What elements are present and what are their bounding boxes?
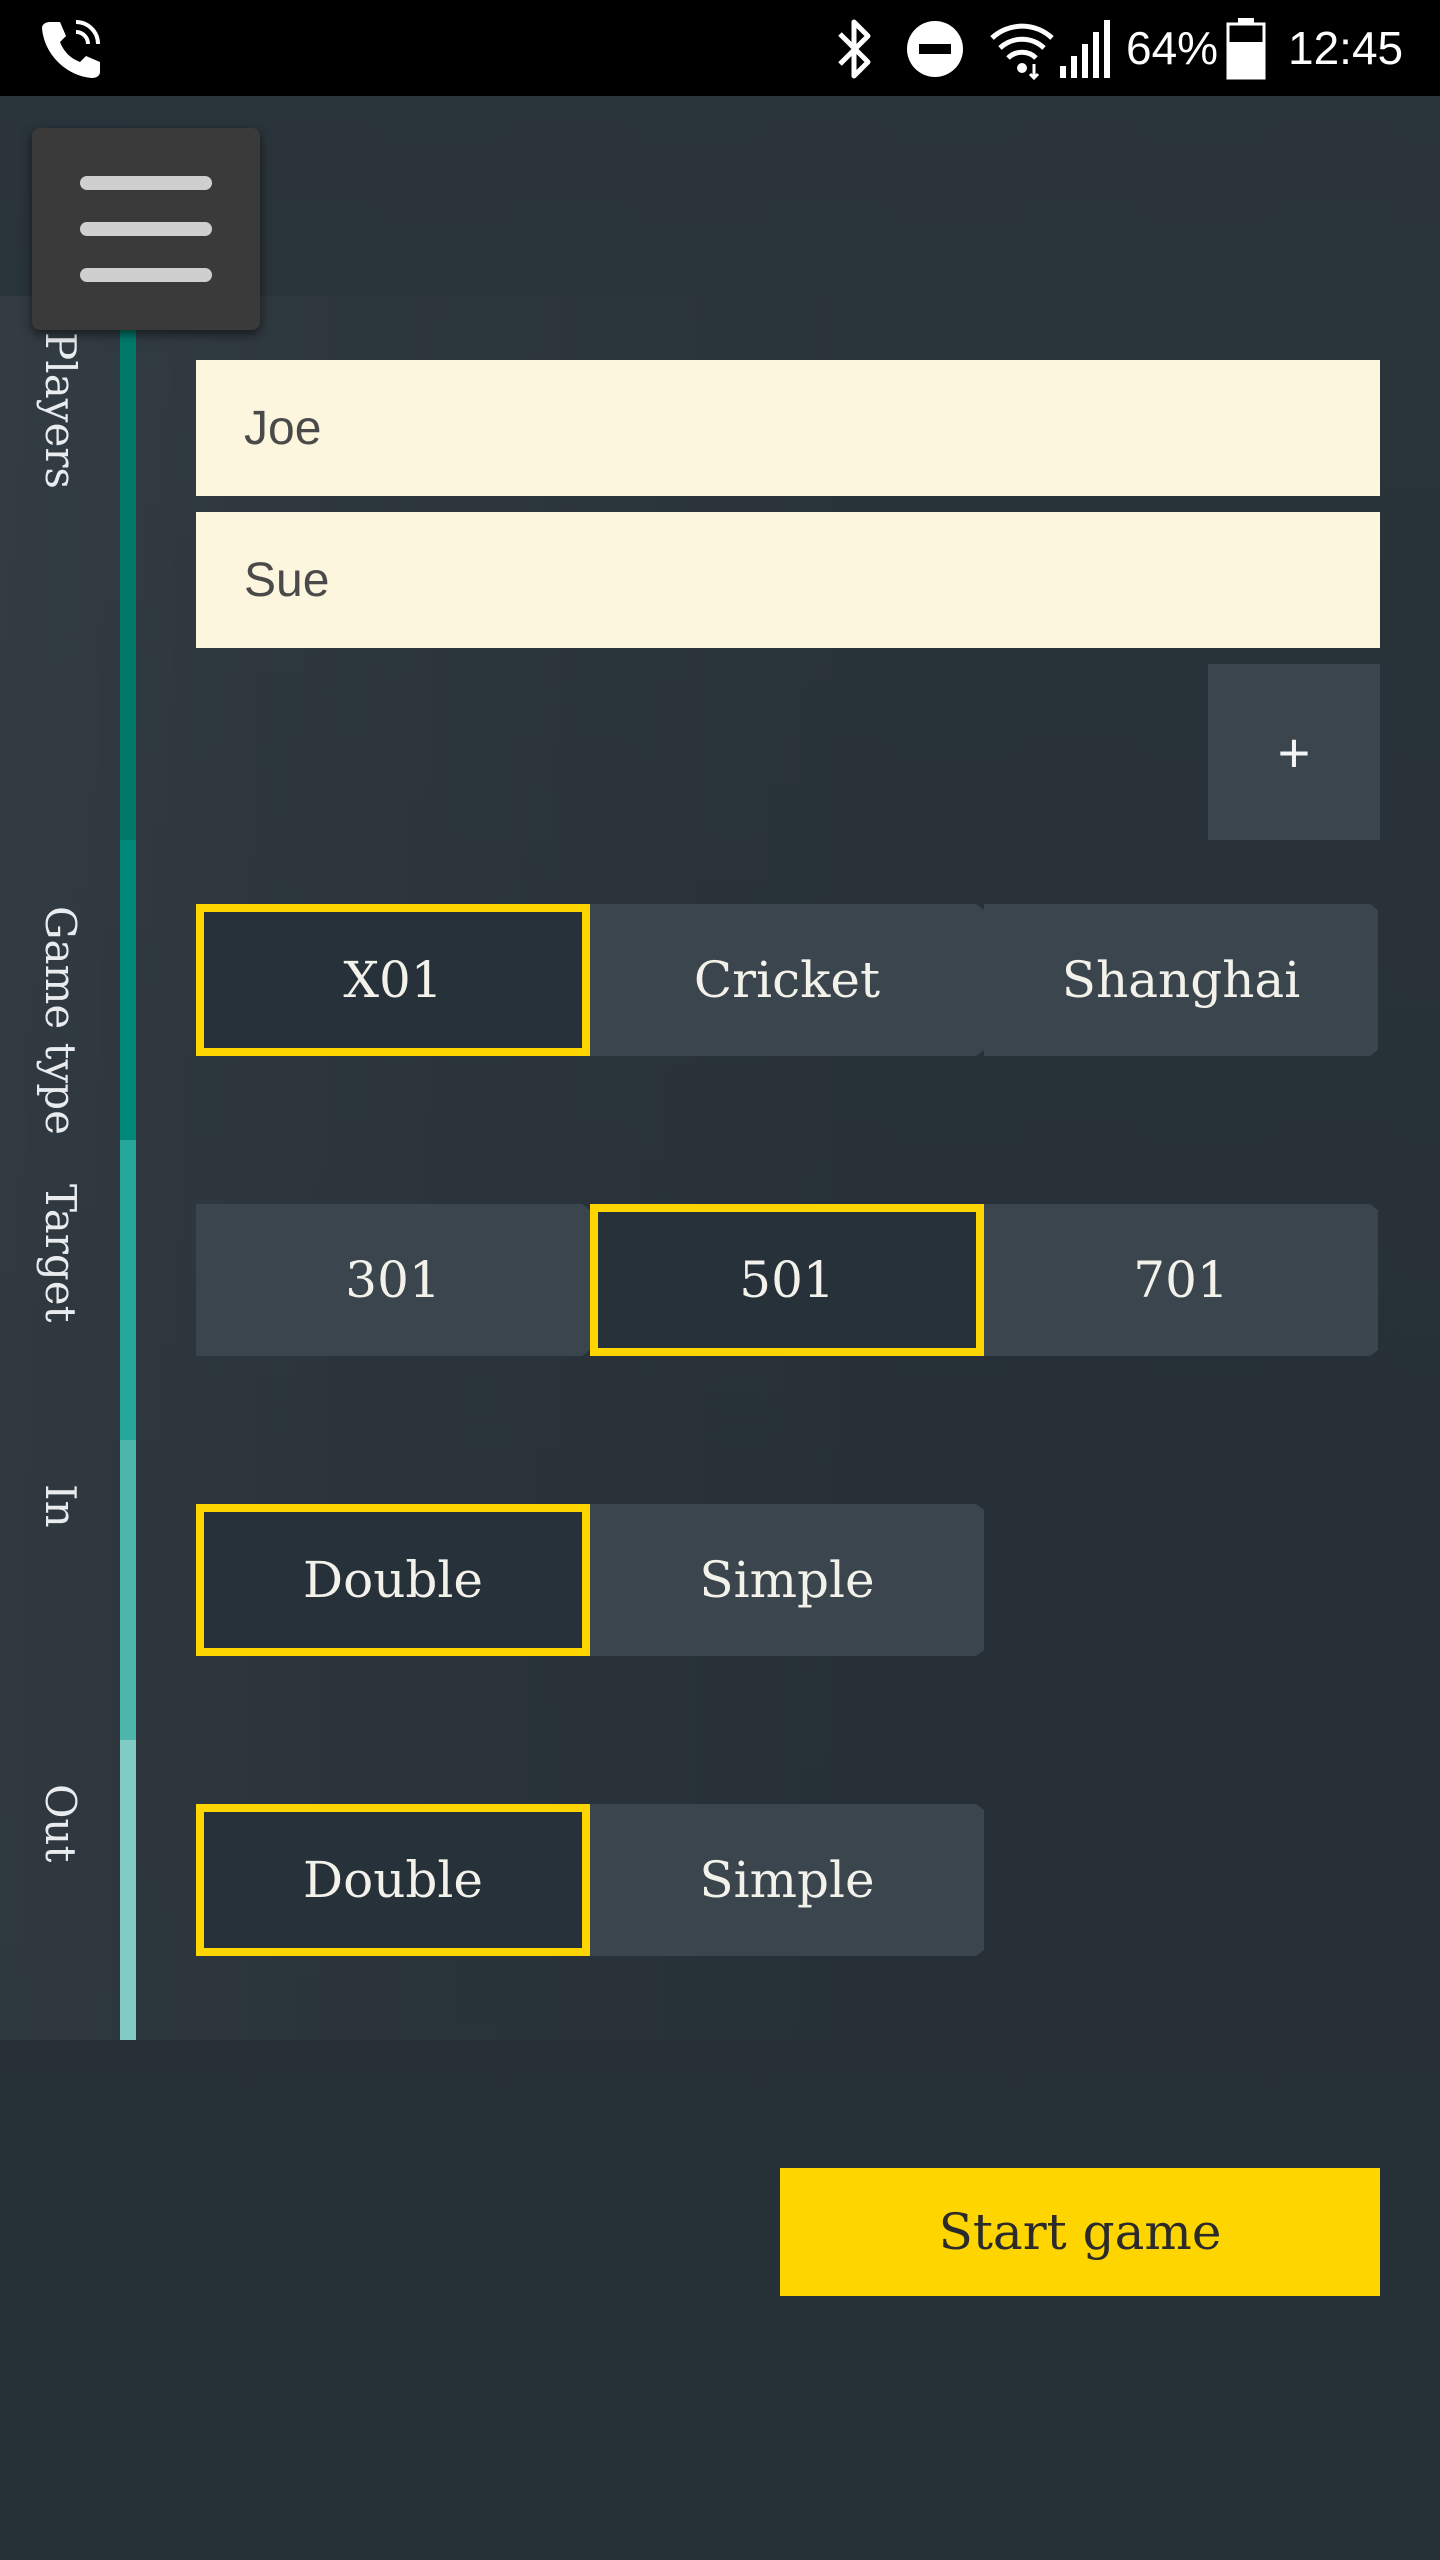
target-label: Target bbox=[0, 1140, 120, 1440]
in-rail bbox=[120, 1440, 136, 1740]
out-rail bbox=[120, 1740, 136, 2040]
bluetooth-icon bbox=[832, 18, 878, 84]
target-rail bbox=[120, 1140, 136, 1440]
out-label: Out bbox=[0, 1740, 120, 2040]
game-type-label: Game type bbox=[0, 840, 120, 1140]
do-not-disturb-icon bbox=[906, 20, 964, 82]
menu-button[interactable] bbox=[32, 128, 260, 330]
in-label-text: In bbox=[36, 1484, 85, 1528]
players-rail bbox=[120, 296, 136, 840]
clock: 12:45 bbox=[1288, 22, 1404, 74]
battery-icon bbox=[1226, 18, 1266, 84]
game-type-option-x01[interactable]: X01 bbox=[196, 904, 590, 1056]
target-option-301[interactable]: 301 bbox=[196, 1204, 590, 1356]
in-label: In bbox=[0, 1440, 120, 1740]
players-label-text: Players bbox=[36, 332, 85, 489]
players-label: Players bbox=[0, 296, 120, 596]
phone-wifi-call-icon bbox=[36, 14, 106, 88]
player-name-field[interactable] bbox=[196, 512, 1380, 648]
out-option-simple[interactable]: Simple bbox=[590, 1804, 984, 1956]
cell-signal-icon bbox=[1058, 18, 1114, 84]
target-option-501[interactable]: 501 bbox=[590, 1204, 984, 1356]
battery-percent: 64% bbox=[1126, 22, 1219, 74]
in-option-simple[interactable]: Simple bbox=[590, 1504, 984, 1656]
out-option-double[interactable]: Double bbox=[196, 1804, 590, 1956]
add-player-button[interactable]: + bbox=[1208, 664, 1380, 840]
target-label-text: Target bbox=[36, 1184, 85, 1323]
out-label-text: Out bbox=[36, 1784, 85, 1863]
game-type-option-shanghai[interactable]: Shanghai bbox=[984, 904, 1378, 1056]
player-name-field[interactable] bbox=[196, 360, 1380, 496]
target-option-701[interactable]: 701 bbox=[984, 1204, 1378, 1356]
game-type-option-cricket[interactable]: Cricket bbox=[590, 904, 984, 1056]
in-option-double[interactable]: Double bbox=[196, 1504, 590, 1656]
screen: 64% 12:45 Players + bbox=[0, 0, 1440, 2560]
game-type-rail bbox=[120, 840, 136, 1140]
status-bar: 64% 12:45 bbox=[0, 0, 1440, 96]
wifi-icon bbox=[990, 20, 1054, 84]
game-type-label-text: Game type bbox=[36, 906, 85, 1135]
start-game-button[interactable]: Start game bbox=[780, 2168, 1380, 2296]
